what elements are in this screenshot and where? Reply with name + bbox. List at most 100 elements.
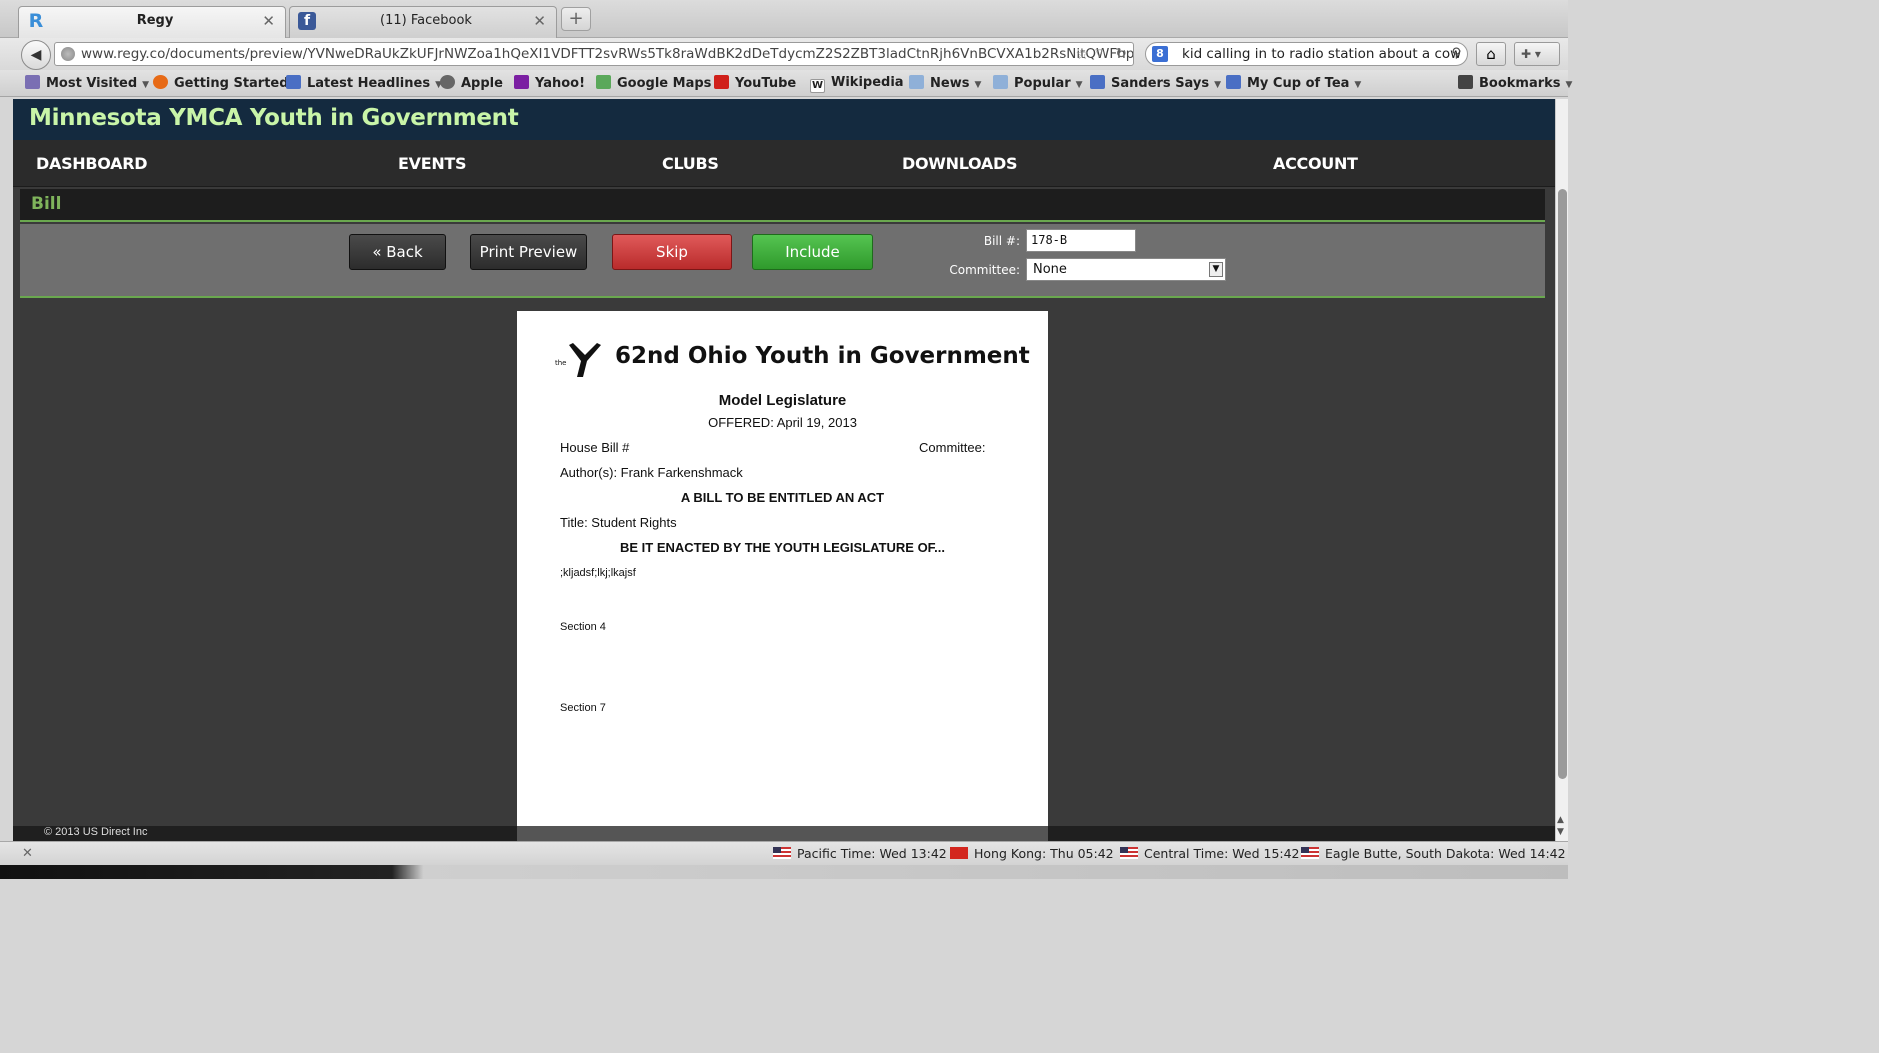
nav-events[interactable]: EVENTS — [398, 154, 467, 173]
close-addon-bar-icon[interactable]: ✕ — [22, 846, 33, 861]
browser-nav-bar: ◀ www.regy.co/documents/preview/YVNweDRa… — [0, 38, 1568, 70]
authors-line: Author(s): Frank Farkenshmack — [560, 465, 743, 480]
clock-label: Hong Kong: Thu 05:42 — [974, 846, 1114, 861]
yahoo-icon — [514, 75, 529, 89]
tab-facebook[interactable]: f (11) Facebook ✕ — [289, 6, 557, 38]
google-search-engine-icon[interactable]: 8 — [1152, 46, 1168, 62]
clock-central: Central Time: Wed 15:42 — [1120, 846, 1300, 861]
site-identity-icon[interactable] — [61, 47, 75, 61]
nav-clubs[interactable]: CLUBS — [662, 154, 719, 173]
browser-back-button[interactable]: ◀ — [21, 40, 51, 70]
home-button[interactable]: ⌂ — [1476, 42, 1506, 66]
scroll-up-icon[interactable]: ▲ — [1557, 815, 1564, 825]
hong-kong-flag-icon — [950, 847, 968, 859]
bill-number-label: Bill #: — [983, 234, 1020, 248]
close-tab-icon[interactable]: ✕ — [262, 12, 275, 30]
folder-icon — [909, 75, 924, 89]
bookmark-google-maps[interactable]: Google Maps — [596, 75, 711, 91]
search-bar[interactable]: 8 kid calling in to radio station about … — [1145, 42, 1468, 66]
clock-label: Central Time: Wed 15:42 — [1144, 846, 1300, 861]
preview-scrollbar[interactable] — [517, 826, 1048, 841]
close-tab-icon[interactable]: ✕ — [533, 12, 546, 30]
back-button[interactable]: « Back — [349, 234, 446, 270]
scroll-down-icon[interactable]: ▼ — [1557, 827, 1564, 837]
bookmark-my-cup-of-tea[interactable]: My Cup of Tea ▼ — [1226, 75, 1361, 91]
bookmark-label: News — [930, 76, 970, 91]
url-bar[interactable]: www.regy.co/documents/preview/YVNweDRaUk… — [54, 42, 1134, 66]
nav-downloads[interactable]: DOWNLOADS — [902, 154, 1018, 173]
bookmarks-menu[interactable]: Bookmarks ▼ — [1458, 75, 1572, 91]
bill-title-line: Title: Student Rights — [560, 515, 677, 530]
bookmarks-toolbar: Most Visited ▼ Getting Started Latest Hea… — [0, 70, 1572, 97]
include-button[interactable]: Include — [752, 234, 873, 270]
skip-button[interactable]: Skip — [612, 234, 732, 270]
bookmark-yahoo[interactable]: Yahoo! — [514, 75, 585, 91]
chevron-down-icon[interactable]: ▼ — [1209, 262, 1223, 277]
site-header: Minnesota YMCA Youth in Government — [13, 99, 1555, 140]
addon-menu-button[interactable]: ✚ ▾ — [1514, 42, 1560, 66]
bookmark-star-icon[interactable]: ☆ — [1076, 43, 1089, 65]
chevron-down-icon: ▼ — [1354, 80, 1362, 90]
most-visited-icon — [25, 75, 40, 89]
bookmark-wikipedia[interactable]: W Wikipedia — [810, 75, 904, 93]
tab-regy[interactable]: R Regy ✕ — [18, 6, 286, 38]
copyright-text: © 2013 US Direct Inc — [44, 826, 148, 838]
bookmark-label: Sanders Says — [1111, 76, 1210, 91]
logo-text: the — [555, 359, 567, 367]
apple-icon — [440, 75, 455, 89]
browser-status-bar: ✕ Pacific Time: Wed 13:42 Hong Kong: Thu… — [0, 841, 1568, 865]
rss-icon — [286, 75, 301, 89]
bill-toolbar: « Back Print Preview Skip Include Bill #… — [20, 224, 1545, 298]
section-title-bar: Bill — [20, 189, 1545, 222]
puzzle-icon: ✚ ▾ — [1521, 47, 1541, 61]
bookmark-label: Getting Started — [174, 76, 289, 91]
us-flag-icon — [1301, 847, 1319, 859]
rss-icon — [1090, 75, 1105, 89]
document-committee-label: Committee: — [919, 440, 986, 455]
enacted-clause: BE IT ENACTED BY THE YOUTH LEGISLATURE O… — [619, 540, 946, 555]
bookmark-label: Latest Headlines — [307, 76, 431, 91]
clock-label: Pacific Time: Wed 13:42 — [797, 846, 947, 861]
new-tab-button[interactable]: + — [561, 7, 591, 31]
bookmark-apple[interactable]: Apple — [440, 75, 503, 91]
chevron-down-icon: ▼ — [974, 80, 982, 90]
bill-number-input[interactable]: 178-B — [1026, 229, 1136, 252]
nav-dashboard[interactable]: DASHBOARD — [36, 154, 148, 173]
act-heading: A BILL TO BE ENTITLED AN ACT — [680, 490, 885, 505]
bookmark-youtube[interactable]: YouTube — [714, 75, 796, 91]
chevron-down-icon: ▼ — [142, 80, 150, 90]
url-history-dropdown-icon[interactable]: ▽ — [1095, 43, 1103, 65]
committee-label: Committee: — [949, 263, 1020, 277]
document-subtitle: Model Legislature — [718, 392, 847, 409]
bookmark-latest-headlines[interactable]: Latest Headlines ▼ — [286, 75, 442, 91]
home-icon: ⌂ — [1486, 45, 1496, 63]
bookmark-most-visited[interactable]: Most Visited ▼ — [25, 75, 149, 91]
document-title: 62nd Ohio Youth in Government — [615, 343, 1030, 369]
folder-icon — [993, 75, 1008, 89]
bookmark-popular[interactable]: Popular ▼ — [993, 75, 1083, 91]
bill-body-text: ;kljadsf;lkj;lkajsf — [560, 567, 636, 579]
reload-icon[interactable]: ↻ — [1115, 43, 1127, 65]
chevron-down-icon: ▼ — [1565, 80, 1573, 90]
page-content: Minnesota YMCA Youth in Government DASHB… — [13, 99, 1555, 841]
search-icon[interactable]: ⚲ — [1451, 43, 1461, 65]
tab-title: Regy — [136, 13, 174, 28]
section-heading: Section 7 — [560, 702, 606, 714]
bookmark-getting-started[interactable]: Getting Started — [153, 75, 289, 91]
bill-preview-document: the 62nd Ohio Youth in Government Model … — [517, 311, 1048, 827]
nav-account[interactable]: ACCOUNT — [1273, 154, 1358, 173]
firefox-icon — [153, 75, 168, 89]
scrollbar-thumb[interactable] — [1558, 189, 1567, 779]
page-scrollbar[interactable]: ▲ ▼ — [1555, 99, 1568, 841]
print-preview-button[interactable]: Print Preview — [470, 234, 587, 270]
section-heading: Section 4 — [560, 621, 606, 633]
committee-select[interactable]: None ▼ — [1026, 258, 1226, 281]
bookmark-label: Popular — [1014, 76, 1071, 91]
background-strip — [0, 865, 1568, 879]
site-title[interactable]: Minnesota YMCA Youth in Government — [29, 105, 519, 131]
rss-icon — [1226, 75, 1241, 89]
bookmark-sanders-says[interactable]: Sanders Says ▼ — [1090, 75, 1221, 91]
bookmark-label: Apple — [461, 76, 503, 91]
bookmark-news[interactable]: News ▼ — [909, 75, 981, 91]
regy-favicon-icon: R — [28, 10, 44, 32]
